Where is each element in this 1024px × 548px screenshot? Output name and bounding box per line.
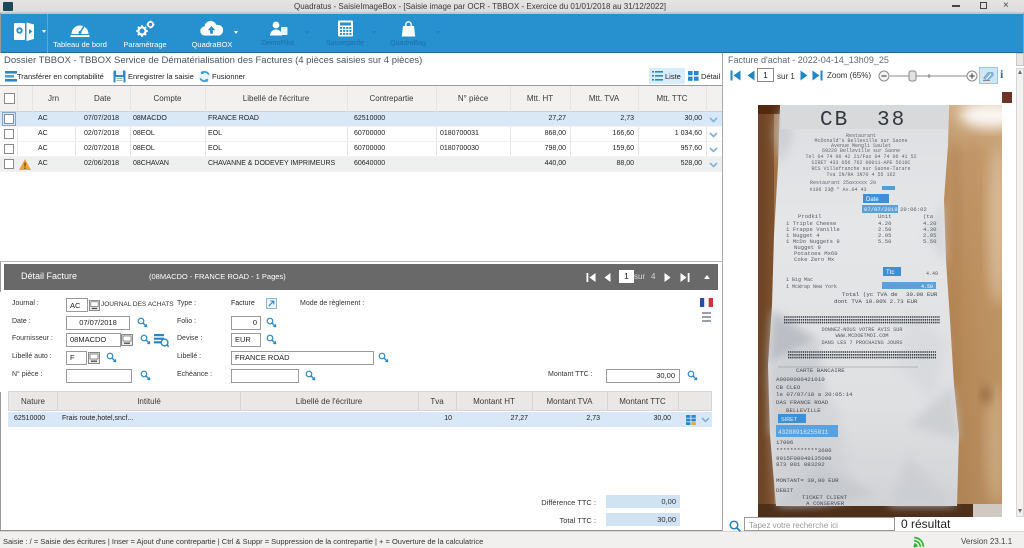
svg-text:38: 38 [877,109,906,132]
svg-text:CARTE BANCAIRE: CARTE BANCAIRE [796,367,845,374]
svg-text:SIRET: SIRET [781,417,798,423]
svg-text:WWW.MCDOETMOI.COM: WWW.MCDOETMOI.COM [836,333,889,339]
svg-text:17006: 17006 [776,439,794,446]
svg-text:5.50: 5.50 [878,238,892,245]
svg-text:1 McWrap New York: 1 McWrap New York [786,284,837,290]
svg-text:MONTANT= 30,00 EUR: MONTANT= 30,00 EUR [776,477,839,484]
svg-text:DEBIT: DEBIT [776,487,794,494]
svg-text:Restaurant 25axxxxx 20: Restaurant 25axxxxx 20 [810,180,876,186]
svg-text:Prodkil: Prodkil [798,213,822,220]
svg-text:Date: Date [866,197,879,203]
svg-text:DAS FRANCE ROAD: DAS FRANCE ROAD [776,399,829,406]
svg-text:43288916255011: 43288916255011 [778,429,829,436]
svg-text:Unit: Unit [878,213,891,220]
svg-text:A0000000421010: A0000000421010 [776,376,825,383]
svg-text:CB: CB [820,109,849,132]
svg-text:4.40: 4.40 [926,271,938,277]
svg-text:5.50: 5.50 [923,238,937,245]
svg-text:le 07/07/18 a 20:05:14: le 07/07/18 a 20:05:14 [776,391,853,398]
svg-text:dont TVA 10.00% 2.73 EUR: dont TVA 10.00% 2.73 EUR [834,298,918,305]
svg-text:BELLEVILLE: BELLEVILLE [786,407,821,414]
svg-text:************3606: ************3606 [776,447,832,454]
svg-text:07/07/2018: 07/07/2018 [864,206,898,213]
svg-text:30.00 EUR: 30.00 EUR [906,291,938,298]
svg-text:4.50: 4.50 [921,284,933,290]
svg-text:Ttc: Ttc [886,270,894,276]
svg-text:Tva IN/RA 1N70 4 55 162: Tva IN/RA 1N70 4 55 162 [826,172,895,178]
svg-text:#106 23@ * Av.04 43: #106 23@ * Av.04 43 [809,187,866,193]
svg-text:1 Big Mac: 1 Big Mac [786,277,813,283]
svg-text:DANS LES 7 PROCHAINS JOURS: DANS LES 7 PROCHAINS JOURS [822,340,903,346]
svg-text:CB CLEO: CB CLEO [776,384,801,391]
svg-text:873 001 083292: 873 001 083292 [776,461,825,468]
svg-text:(ta: (ta [923,213,934,220]
svg-text:20:06:02: 20:06:02 [900,206,927,213]
svg-text:Total (yc TVA de: Total (yc TVA de [842,291,898,298]
svg-text:Coke Zero Mx: Coke Zero Mx [794,256,835,263]
svg-text:A CONSERVER: A CONSERVER [806,500,845,507]
